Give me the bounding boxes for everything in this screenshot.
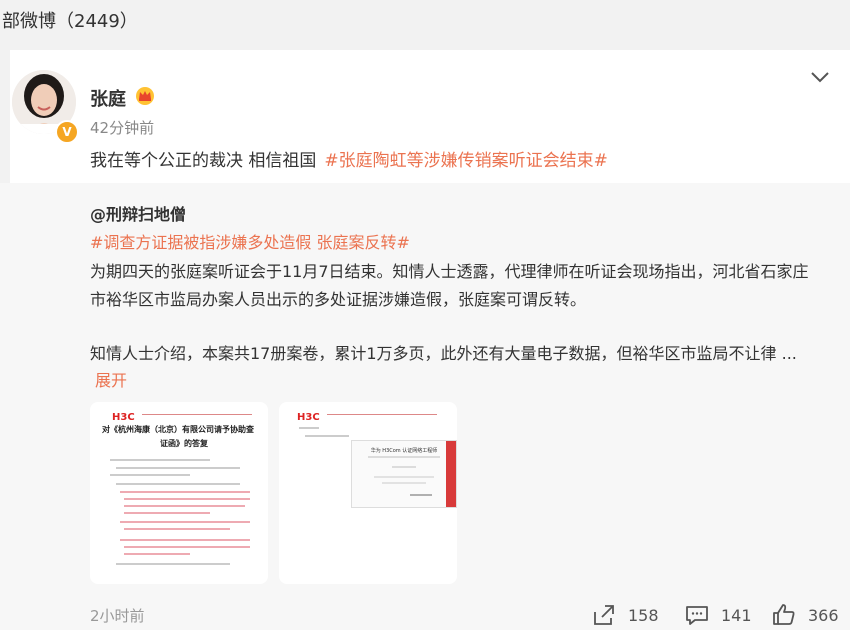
crown-icon bbox=[136, 87, 154, 105]
share-count: 158 bbox=[628, 605, 659, 625]
comment-icon bbox=[686, 606, 708, 625]
doc-title-line: 证函》的答复 bbox=[160, 439, 208, 448]
cert-body bbox=[368, 441, 456, 507]
comment-count: 141 bbox=[721, 605, 752, 625]
post-time[interactable]: 42分钟前 bbox=[90, 117, 154, 138]
doc-body-text bbox=[110, 459, 250, 565]
verified-badge-icon: V bbox=[55, 120, 79, 144]
doc-title-line: 对《杭州海康（北京）有限公司请予协助查 bbox=[102, 425, 254, 434]
doc-header-line bbox=[142, 414, 252, 415]
username[interactable]: 张庭 bbox=[90, 85, 126, 111]
page-title: 部微博（2449） bbox=[2, 11, 138, 32]
cert-header-line bbox=[327, 414, 437, 415]
repost-hashtag-link[interactable]: #调查方证据被指涉嫌多处造假 张庭案反转# bbox=[90, 229, 410, 253]
post-text-body: 我在等个公正的裁决 相信祖国 bbox=[90, 151, 317, 171]
share-button[interactable]: 158 bbox=[592, 602, 659, 628]
chevron-down-icon[interactable] bbox=[808, 67, 832, 87]
top-bar: 部微博（2449） bbox=[0, 0, 850, 42]
like-count: 366 bbox=[808, 605, 839, 625]
repost-author[interactable]: @刑辩扫地僧 bbox=[90, 201, 186, 225]
repost-text-line: 市裕华区市监局办案人员出示的多处证据涉嫌造假，张庭案可谓反转。 bbox=[90, 290, 587, 309]
share-icon bbox=[594, 605, 614, 625]
repost-text-line: 为期四天的张庭案听证会于11月7日结束。知情人士透露，代理律师在听证会现场指出，… bbox=[90, 262, 809, 281]
image-thumbnail-certificate[interactable]: H3C 华为 H3Com 认证网络工程师 bbox=[279, 402, 457, 584]
hashtag-link[interactable]: #张庭陶虹等涉嫌传销案听证会结束# bbox=[324, 151, 608, 171]
doc-logo: H3C bbox=[112, 412, 135, 423]
post-text: 我在等个公正的裁决 相信祖国 #张庭陶虹等涉嫌传销案听证会结束# bbox=[90, 146, 608, 171]
image-thumbnail-document[interactable]: H3C 对《杭州海康（北京）有限公司请予协助查 证函》的答复 bbox=[90, 402, 268, 584]
repost-text-line: 知情人士介绍，本案共17册案卷，累计1万多页，此外还有大量电子数据，但裕华区市监… bbox=[90, 344, 797, 363]
repost-time[interactable]: 2小时前 bbox=[90, 605, 145, 626]
certificate-image: 华为 H3Com 认证网络工程师 bbox=[351, 440, 457, 508]
like-button[interactable]: 366 bbox=[772, 602, 839, 628]
thumbs-up-icon bbox=[773, 604, 795, 625]
comment-button[interactable]: 141 bbox=[685, 602, 752, 628]
expand-link[interactable]: 展开 bbox=[95, 367, 127, 391]
